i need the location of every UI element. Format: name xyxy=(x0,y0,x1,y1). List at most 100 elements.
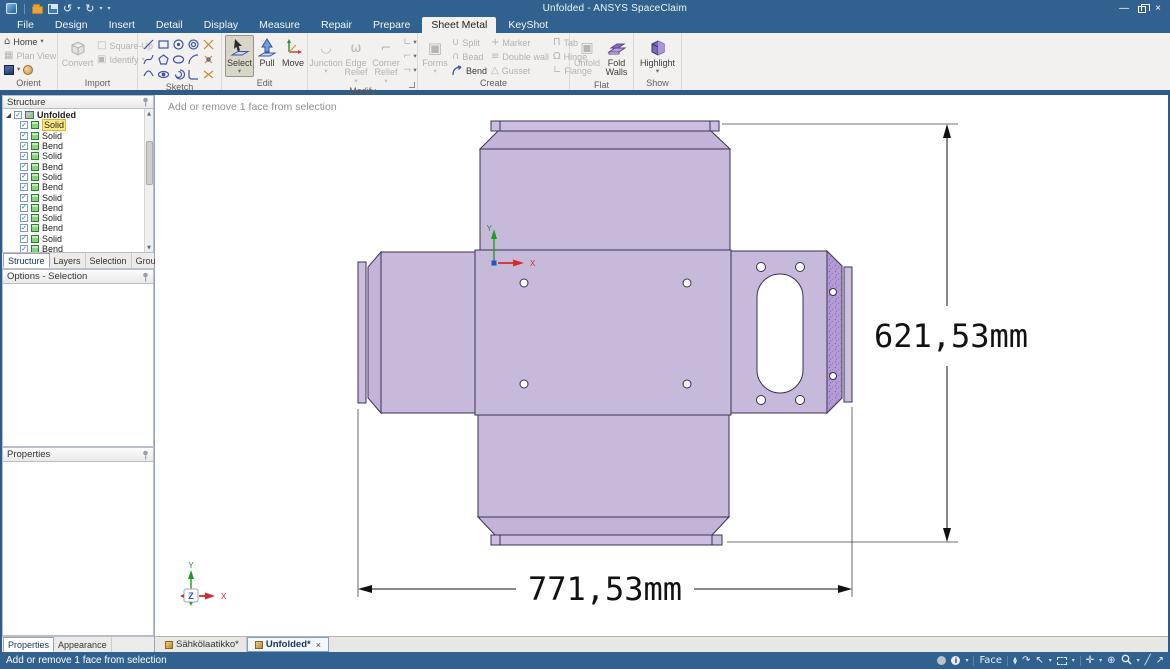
right-hem-face[interactable] xyxy=(844,267,852,402)
tree-item[interactable]: ✓Solid xyxy=(5,131,153,141)
select-cursor-icon[interactable]: ↖ xyxy=(1035,656,1043,666)
sketch-view-icon[interactable] xyxy=(156,67,171,82)
marker-button[interactable]: +Marker xyxy=(490,36,550,49)
tab-display[interactable]: Display xyxy=(195,17,247,33)
left-flap-face[interactable] xyxy=(381,252,475,413)
hole[interactable] xyxy=(520,380,528,388)
top-flap-face[interactable] xyxy=(480,149,730,250)
tree-item[interactable]: ✓Solid xyxy=(5,151,153,161)
checkbox[interactable]: ✓ xyxy=(20,132,28,140)
move-button[interactable]: Move xyxy=(280,35,306,70)
selection-mode-label[interactable]: Face xyxy=(979,655,1002,666)
sketch-spiral-icon[interactable] xyxy=(171,67,186,82)
hole[interactable] xyxy=(683,279,691,287)
tree-item[interactable]: ✓Solid xyxy=(5,120,153,130)
right-edge-face[interactable] xyxy=(827,251,842,413)
measure-arrow-icon[interactable]: ↗ xyxy=(1156,656,1164,666)
select-dropdown-icon[interactable]: ▾ xyxy=(1049,658,1052,664)
minimize-button[interactable]: — xyxy=(1119,4,1129,14)
sketch-polygon-icon[interactable] xyxy=(156,52,171,67)
top-shoulder-face[interactable] xyxy=(480,131,730,149)
tree-item[interactable]: ✓Bend xyxy=(5,182,153,192)
hole[interactable] xyxy=(830,373,837,380)
pan-dropdown-icon[interactable]: ▾ xyxy=(1099,658,1102,664)
home-button[interactable]: ⌂ Home ▾ xyxy=(3,35,57,48)
spin-arrows-icon[interactable]: ▲▼ xyxy=(1013,657,1017,665)
tab-structure[interactable]: Structure xyxy=(3,253,50,268)
tab-detail[interactable]: Detail xyxy=(147,17,192,33)
checkbox[interactable]: ✓ xyxy=(20,194,28,202)
undo-dropdown-icon[interactable]: ▾ xyxy=(77,5,80,12)
move-view-icon[interactable]: ⊕ xyxy=(1107,656,1115,666)
pin-icon[interactable] xyxy=(142,272,149,282)
trimetric-view-icon[interactable] xyxy=(4,65,14,75)
hole[interactable] xyxy=(757,396,766,405)
corner-relief-button[interactable]: ⌐ Corner Relief ▾ xyxy=(371,35,401,86)
edge-relief-button[interactable]: ω Edge Relief ▾ xyxy=(343,35,369,86)
forms-button[interactable]: ▣ Forms ▾ xyxy=(421,35,449,77)
sketch-spline-icon[interactable] xyxy=(141,52,156,67)
tree-item[interactable]: ✓Bend xyxy=(5,161,153,171)
select-button[interactable]: Select ▾ xyxy=(225,35,254,77)
color-swatch-icon[interactable] xyxy=(937,656,946,665)
bead-button[interactable]: ∩Bead xyxy=(451,50,488,63)
hem-button[interactable]: ¬▾ xyxy=(403,64,417,77)
scroll-down-icon[interactable]: ▼ xyxy=(145,243,153,252)
top-hem-face[interactable] xyxy=(491,121,719,131)
box-select-dropdown-icon[interactable]: ▾ xyxy=(1072,658,1075,664)
checkbox[interactable]: ✓ xyxy=(20,142,28,150)
checkbox[interactable]: ✓ xyxy=(20,204,28,212)
plan-view-button[interactable]: ▦ Plan View xyxy=(3,49,57,62)
document-tab-sahkolaatikko[interactable]: Sähkölaatikko* xyxy=(158,637,247,652)
tree-scrollbar[interactable]: ▲ ▼ xyxy=(144,109,153,252)
sketch-fillet-corner-icon[interactable] xyxy=(186,67,201,82)
tree-item[interactable]: ✓Solid xyxy=(5,234,153,244)
checkbox[interactable]: ✓ xyxy=(20,173,28,181)
hole[interactable] xyxy=(796,396,805,405)
split-button[interactable]: ∪Split xyxy=(451,36,488,49)
tree-item[interactable]: ✓Bend xyxy=(5,244,153,253)
restore-button[interactable] xyxy=(1138,6,1146,13)
expander-icon[interactable] xyxy=(6,113,11,118)
sketch-rectangle-icon[interactable] xyxy=(156,37,171,52)
design-canvas[interactable]: Add or remove 1 face from selection xyxy=(155,95,1168,636)
miter-button[interactable]: ∟▾ xyxy=(403,36,417,49)
tree-item[interactable]: ✓Solid xyxy=(5,172,153,182)
sketch-tangent-arc-icon[interactable] xyxy=(186,52,201,67)
tree-item-root[interactable]: ✓ Unfolded xyxy=(5,110,153,120)
tab-sheet-metal[interactable]: Sheet Metal xyxy=(422,17,496,33)
checkbox[interactable]: ✓ xyxy=(20,152,28,160)
pull-button[interactable]: Pull xyxy=(256,35,278,70)
hole[interactable] xyxy=(520,279,528,287)
zoom-dropdown-icon[interactable]: ▾ xyxy=(1137,658,1140,664)
open-file-icon[interactable] xyxy=(32,6,43,14)
tab-layers[interactable]: Layers xyxy=(50,253,86,268)
sketch-sweep-arc-icon[interactable] xyxy=(141,67,156,82)
horizontal-dimension-value[interactable]: 771,53mm xyxy=(528,570,682,608)
pin-icon[interactable] xyxy=(142,450,149,460)
checkbox[interactable]: ✓ xyxy=(20,163,28,171)
document-tab-unfolded[interactable]: Unfolded* × xyxy=(247,637,329,652)
bottom-flap-face[interactable] xyxy=(478,415,729,517)
save-icon[interactable] xyxy=(48,4,58,14)
tree-item[interactable]: ✓Solid xyxy=(5,213,153,223)
convert-button[interactable]: Convert xyxy=(61,35,94,70)
sheet-metal-part[interactable] xyxy=(358,121,852,545)
unfold-button[interactable]: ▣ Unfold xyxy=(573,35,601,70)
sketch-line-mode-icon[interactable]: ╱ xyxy=(1145,656,1151,666)
sketch-trim-corner-icon[interactable] xyxy=(201,67,216,82)
fold-walls-button[interactable]: Fold Walls xyxy=(603,35,630,80)
tree-item[interactable]: ✓Bend xyxy=(5,141,153,151)
junction-button[interactable]: ◡ Junction ▾ xyxy=(311,35,341,77)
scrollbar-thumb[interactable] xyxy=(146,141,153,185)
sketch-circle-icon[interactable] xyxy=(171,37,186,52)
tree-item[interactable]: ✓Bend xyxy=(5,203,153,213)
zoom-icon[interactable] xyxy=(1121,654,1132,668)
redo-dropdown-icon[interactable]: ▾ xyxy=(99,5,102,12)
gusset-button[interactable]: △Gusset xyxy=(490,64,550,77)
spin-view-icon[interactable] xyxy=(23,65,33,75)
sketch-split-line-icon[interactable] xyxy=(201,52,216,67)
hole[interactable] xyxy=(683,380,691,388)
tab-properties[interactable]: Properties xyxy=(3,637,54,652)
tab-repair[interactable]: Repair xyxy=(312,17,361,33)
